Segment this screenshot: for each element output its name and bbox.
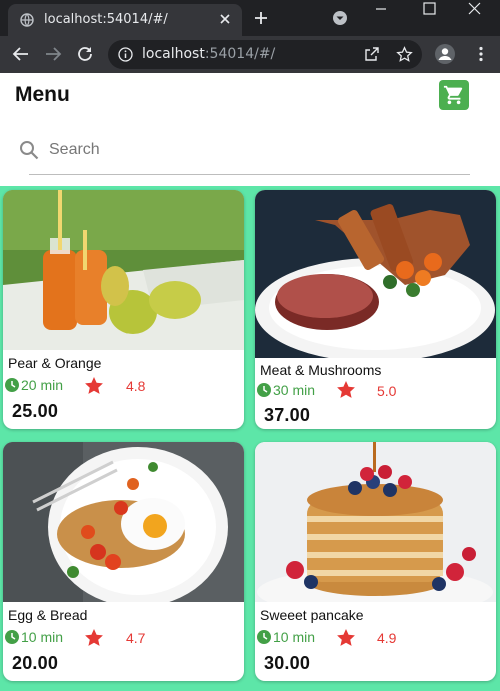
rating-value: 4.9 (377, 630, 397, 646)
search-underline (29, 174, 470, 175)
card-name: Sweeet pancake (260, 607, 364, 623)
address-bar[interactable]: localhost:54014/#/ (108, 40, 422, 69)
clock-icon (5, 378, 19, 392)
profile-icon[interactable] (434, 43, 456, 65)
tab-title: localhost:54014/#/ (44, 12, 168, 27)
menu-card-meat-mushrooms[interactable]: Meat & Mushrooms 30 min 5.0 37.00 (255, 190, 496, 429)
minimize-icon[interactable] (375, 3, 387, 15)
price: 37.00 (264, 405, 311, 425)
card-name: Meat & Mushrooms (260, 362, 382, 378)
price: 30.00 (264, 653, 311, 673)
menu-card-sweet-pancake[interactable]: Sweeet pancake 10 min 4.9 30.00 (255, 442, 496, 681)
menu-card-pear-orange[interactable]: Pear & Orange 20 min 4.8 25.00 (3, 190, 244, 429)
meat-mushrooms-image (255, 190, 496, 358)
rating-value: 5.0 (377, 383, 397, 399)
browser-tab-bar: localhost:54014/#/ (0, 0, 500, 36)
clock-icon (257, 383, 271, 397)
browser-toolbar: localhost:54014/#/ (0, 36, 500, 73)
prep-time-text: 10 min (21, 629, 64, 645)
search-bar (0, 128, 500, 180)
tab-search-icon[interactable] (332, 10, 348, 26)
search-icon (20, 141, 39, 160)
shopping-cart-icon (443, 85, 463, 105)
star-icon (85, 377, 103, 394)
cart-button[interactable] (439, 80, 469, 110)
info-icon[interactable] (118, 47, 133, 62)
price: 25.00 (12, 401, 59, 421)
browser-tab[interactable]: localhost:54014/#/ (8, 4, 242, 36)
rating-value: 4.7 (126, 630, 146, 646)
card-name: Pear & Orange (8, 355, 102, 371)
card-name: Egg & Bread (8, 607, 88, 623)
price: 20.00 (12, 653, 59, 673)
new-tab-icon[interactable] (254, 11, 268, 25)
egg-bread-image (3, 442, 244, 602)
globe-icon (20, 13, 34, 27)
bookmark-star-icon[interactable] (396, 46, 413, 63)
star-icon (85, 629, 103, 646)
clock-icon (5, 630, 19, 644)
pear-orange-image (3, 190, 244, 350)
page-title: Menu (15, 83, 70, 106)
share-icon[interactable] (364, 46, 380, 62)
window-close-icon[interactable] (468, 2, 481, 15)
prep-time-text: 20 min (21, 377, 64, 393)
close-icon[interactable] (218, 12, 232, 26)
star-icon (337, 381, 355, 398)
clock-icon (257, 630, 271, 644)
rating-value: 4.8 (126, 378, 146, 394)
forward-arrow-icon[interactable] (44, 45, 62, 63)
maximize-icon[interactable] (423, 2, 436, 15)
search-input[interactable] (49, 136, 459, 164)
reload-icon[interactable] (76, 45, 94, 63)
pancake-image (255, 442, 496, 602)
menu-card-egg-bread[interactable]: Egg & Bread 10 min 4.7 20.00 (3, 442, 244, 681)
url-text: localhost:54014/#/ (142, 46, 276, 62)
back-arrow-icon[interactable] (12, 45, 30, 63)
more-vert-icon[interactable] (472, 45, 490, 63)
menu-grid: Pear & Orange 20 min 4.8 25.00 Meat & Mu… (0, 186, 500, 691)
prep-time-text: 30 min (273, 382, 316, 398)
prep-time-text: 10 min (273, 629, 316, 645)
star-icon (337, 629, 355, 646)
